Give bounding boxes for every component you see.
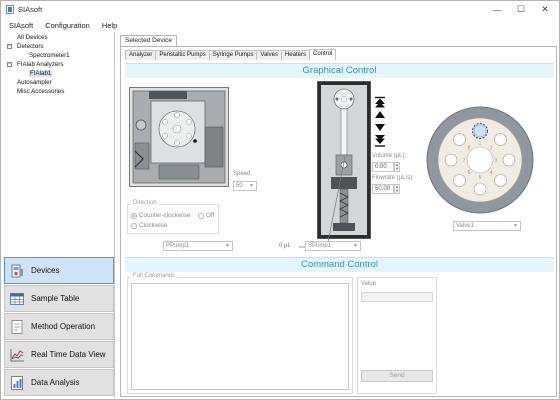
method-icon <box>11 319 23 334</box>
devices-icon <box>11 264 23 277</box>
move-bottom-icon[interactable] <box>375 135 385 147</box>
nav-method-operation-label: Method Operation <box>31 322 96 331</box>
nav-data-analysis[interactable]: Data Analysis <box>4 369 114 396</box>
nav-real-time-data-view[interactable]: Real Time Data View <box>4 341 114 368</box>
tab-syringe-pumps[interactable]: Syringe Pumps <box>208 50 258 60</box>
valve-port-7: 7 <box>463 158 466 164</box>
menu-configuration[interactable]: Configuration <box>45 21 90 30</box>
move-up-icon[interactable] <box>375 111 385 118</box>
nav-devices[interactable]: Devices <box>4 257 114 284</box>
maximize-icon: ☐ <box>516 4 526 14</box>
syringe-arrow-controls <box>375 96 385 147</box>
chart-icon <box>10 348 24 361</box>
tab-analyzer[interactable]: Analyzer <box>125 50 157 60</box>
value-input[interactable] <box>361 292 433 302</box>
collapse-icon[interactable]: − <box>7 44 12 49</box>
valve-port-1: 1 <box>479 141 482 147</box>
radio-selected-icon <box>131 212 137 219</box>
tree-item-autosampler[interactable]: Autosampler <box>3 78 115 87</box>
flowrate-label: Flowrate (μL/s): <box>372 175 414 181</box>
flowrate-input[interactable]: 50.00 <box>372 184 394 194</box>
app-logo-icon <box>6 5 14 14</box>
valve-port-6: 6 <box>468 170 471 176</box>
syringe-pump-select[interactable]: SPump1 ▼ <box>305 241 361 251</box>
nav-method-operation[interactable]: Method Operation <box>4 313 114 340</box>
valve-port-3: 3 <box>495 158 498 164</box>
full-commands-title: Full Commands <box>131 273 178 279</box>
device-tabs: Analyzer Peristaltic Pumps Syringe Pumps… <box>125 49 337 60</box>
chevron-down-icon: ▼ <box>353 243 358 249</box>
close-button[interactable]: ✕ <box>533 3 557 16</box>
valve-port-5: 5 <box>479 175 482 181</box>
device-panel: Analyzer Peristaltic Pumps Syringe Pumps… <box>120 46 557 397</box>
tab-control[interactable]: Control <box>308 49 337 60</box>
chevron-down-icon: ▼ <box>249 183 254 189</box>
command-control-header: Command Control <box>125 257 554 272</box>
tab-valves[interactable]: Valves <box>256 50 282 60</box>
peristaltic-pump-image[interactable] <box>129 87 229 187</box>
syringe-pointer-line <box>299 156 346 248</box>
send-button[interactable]: Send <box>361 370 433 382</box>
analysis-icon <box>11 375 23 390</box>
tree-item-all-devices[interactable]: All Devices <box>3 33 115 42</box>
syringe-readout: 0 μL <box>279 243 291 249</box>
valve-port-8: 8 <box>468 146 471 152</box>
menu-help[interactable]: Help <box>102 21 117 30</box>
radio-icon <box>198 212 204 219</box>
volume-input[interactable]: 0.00 <box>372 162 394 172</box>
tree-item-fialab1[interactable]: FIAlab1 <box>3 69 115 78</box>
volume-spinner[interactable]: ▲ ▼ <box>394 162 400 172</box>
chevron-down-icon: ▼ <box>225 243 230 249</box>
left-panel: All Devices − Detectors Spectrometer1 − … <box>3 32 115 399</box>
valve-port-2: 2 <box>490 146 493 152</box>
volume-label: Volume (μL): <box>372 153 407 159</box>
nav-devices-label: Devices <box>31 266 60 275</box>
speed-label: Speed: <box>233 171 253 177</box>
title-bar: SIAsoft — ☐ ✕ <box>1 1 559 18</box>
app-window: SIAsoft — ☐ ✕ SIAsoft Configuration Help… <box>0 0 560 400</box>
minimize-icon: — <box>492 4 502 15</box>
tree-item-spectrometer1[interactable]: Spectrometer1 <box>3 51 115 60</box>
direction-ccw-radio[interactable]: Counter-clockwise <box>131 212 190 219</box>
collapse-icon[interactable]: − <box>7 62 12 67</box>
direction-off-radio[interactable]: Off <box>198 212 214 219</box>
speed-select[interactable]: 50 ▼ <box>233 181 257 191</box>
chevron-down-icon: ▼ <box>513 223 518 229</box>
tree-item-detectors[interactable]: − Detectors <box>3 42 115 51</box>
flowrate-spinner[interactable]: ▲ ▼ <box>394 184 400 194</box>
close-icon: ✕ <box>541 4 549 14</box>
menu-siasoft[interactable]: SIAsoft <box>9 21 33 30</box>
tab-peristaltic-pumps[interactable]: Peristaltic Pumps <box>155 50 210 60</box>
full-commands-textarea[interactable] <box>131 283 349 390</box>
nav-real-time-data-view-label: Real Time Data View <box>31 350 106 359</box>
tab-heaters[interactable]: Heaters <box>280 50 310 60</box>
peristaltic-pump-select[interactable]: PPump1 ▼ <box>163 241 233 251</box>
direction-title: Direction <box>131 200 159 206</box>
tree-item-misc-accessories[interactable]: Misc Accessories <box>3 87 115 96</box>
spin-down-icon[interactable]: ▼ <box>395 166 399 171</box>
move-down-icon[interactable] <box>375 124 385 131</box>
valve-image[interactable]: 1 2 3 4 5 6 7 8 <box>426 106 534 214</box>
table-icon <box>10 292 24 305</box>
value-label: Value <box>361 281 376 287</box>
tab-selected-device[interactable]: Selected Device <box>120 35 177 46</box>
nav-data-analysis-label: Data Analysis <box>31 378 80 387</box>
valve-port-4: 4 <box>490 170 493 176</box>
window-title: SIAsoft <box>18 5 43 14</box>
move-top-icon[interactable] <box>375 96 385 108</box>
nav-sample-table-label: Sample Table <box>31 294 80 303</box>
graphical-control-header: Graphical Control <box>125 63 554 78</box>
direction-cw-radio[interactable]: Clockwise <box>131 222 167 229</box>
device-tree: All Devices − Detectors Spectrometer1 − … <box>3 33 115 96</box>
tree-item-fialab-analyzers[interactable]: − FIAlab Analyzers <box>3 60 115 69</box>
minimize-button[interactable]: — <box>485 3 509 16</box>
maximize-button[interactable]: ☐ <box>509 3 533 16</box>
nav-sample-table[interactable]: Sample Table <box>4 285 114 312</box>
main-area: Selected Device Analyzer Peristaltic Pum… <box>118 32 559 399</box>
direction-group <box>127 204 219 234</box>
radio-icon <box>131 222 137 229</box>
menu-bar: SIAsoft Configuration Help <box>1 18 559 32</box>
valve-select[interactable]: Valve1 ▼ <box>453 221 521 231</box>
spin-down-icon[interactable]: ▼ <box>395 188 399 193</box>
